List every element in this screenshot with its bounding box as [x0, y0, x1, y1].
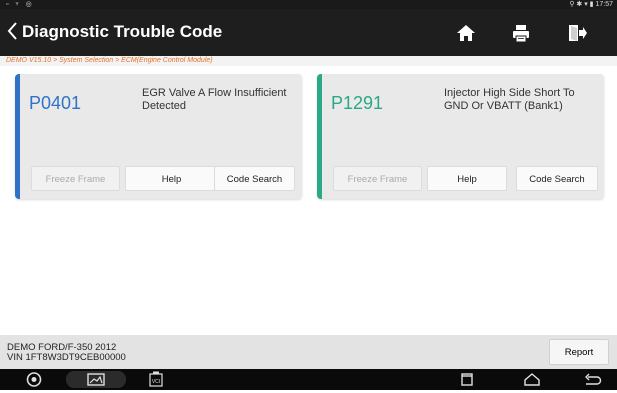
freeze-frame-button[interactable]: Freeze Frame — [31, 166, 120, 191]
gallery-button[interactable] — [66, 371, 126, 388]
browser-icon — [26, 372, 42, 387]
gallery-icon — [66, 371, 126, 388]
dtc-list: P0401 EGR Valve A Flow Insufficient Dete… — [0, 66, 617, 335]
report-button[interactable]: Report — [549, 339, 609, 365]
dtc-code: P1291 — [331, 93, 384, 113]
title-bar: Diagnostic Trouble Code — [0, 9, 617, 56]
help-button[interactable]: Help — [125, 166, 218, 191]
vehicle-info: DEMO FORD/F-350 2012 VIN 1FT8W3DT9CEB000… — [7, 343, 126, 363]
exit-icon — [569, 25, 587, 41]
home-icon — [457, 25, 475, 41]
dtc-description: EGR Valve A Flow Insufficient Detected — [142, 87, 287, 112]
chevron-left-icon — [7, 22, 17, 40]
exit-button[interactable] — [566, 23, 588, 43]
home-button[interactable] — [455, 23, 477, 43]
system-nav-bar: VCI — [0, 369, 617, 390]
back-nav-button[interactable] — [582, 371, 602, 388]
code-search-button[interactable]: Code Search — [214, 166, 295, 191]
breadcrumb: DEMO V15.10 > System Selection > ECM(Eng… — [0, 56, 617, 66]
dtc-card: P0401 EGR Valve A Flow Insufficient Dete… — [15, 74, 302, 199]
freeze-frame-button[interactable]: Freeze Frame — [333, 166, 422, 191]
back-nav-icon — [585, 373, 602, 385]
print-icon — [513, 25, 529, 43]
vci-label: VCI — [152, 379, 160, 385]
code-search-button[interactable]: Code Search — [516, 166, 598, 191]
back-button[interactable] — [6, 18, 20, 44]
help-button[interactable]: Help — [427, 166, 507, 191]
vci-button[interactable]: VCI — [148, 371, 164, 388]
browser-button[interactable] — [25, 371, 43, 388]
page-title: Diagnostic Trouble Code — [22, 22, 223, 41]
dtc-status-stripe — [15, 74, 20, 199]
dtc-status-stripe — [317, 74, 322, 199]
print-button[interactable] — [510, 23, 532, 43]
vci-icon: VCI — [149, 371, 163, 387]
status-bar: ▫ ♆ ◎ ⚲ ✱ ▾ ▮ 17:57 — [0, 0, 617, 9]
home-nav-button[interactable] — [522, 371, 542, 388]
status-bar-right-info: ⚲ ✱ ▾ ▮ 17:57 — [569, 1, 613, 8]
vehicle-vin: VIN 1FT8W3DT9CEB00000 — [7, 352, 126, 363]
status-bar-left-icons: ▫ ♆ ◎ — [6, 1, 34, 8]
dtc-description: Injector High Side Short To GND Or VBATT… — [444, 87, 575, 112]
dtc-card: P1291 Injector High Side Short To GND Or… — [317, 74, 604, 199]
home-nav-icon — [524, 373, 540, 386]
vehicle-info-bar: DEMO FORD/F-350 2012 VIN 1FT8W3DT9CEB000… — [0, 335, 617, 369]
recents-button[interactable] — [458, 371, 476, 388]
dtc-code: P0401 — [29, 93, 82, 113]
recents-icon — [461, 373, 473, 386]
